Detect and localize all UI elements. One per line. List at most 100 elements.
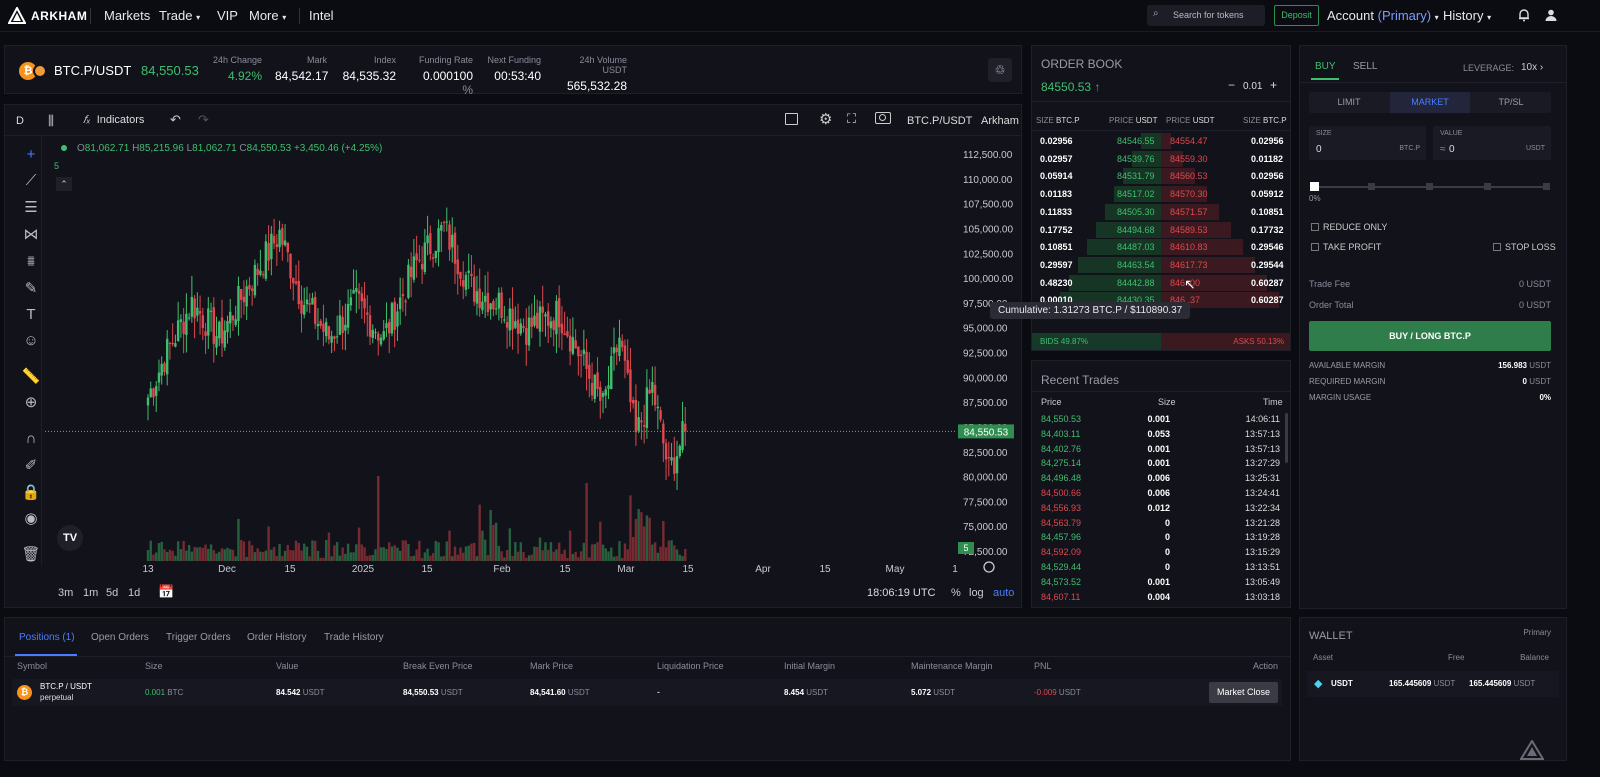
table-row[interactable]: ◆ USDT 165.445609 USDT 165.445609 USDT bbox=[1307, 671, 1559, 697]
value-field[interactable]: VALUE ≈ 0 USDT bbox=[1433, 126, 1551, 160]
camera-icon[interactable] bbox=[875, 112, 891, 124]
market-close-button[interactable]: Market Close bbox=[1209, 682, 1278, 703]
volume-bar bbox=[330, 556, 333, 561]
nav-trade[interactable]: Trade ▾ bbox=[159, 8, 200, 23]
volume-bar bbox=[338, 555, 342, 561]
measure-lines-icon[interactable]: ⩩ bbox=[21, 252, 41, 272]
volume-bar bbox=[215, 553, 218, 561]
candle-body bbox=[445, 221, 448, 223]
pattern-icon[interactable]: ⋈ bbox=[21, 225, 41, 245]
order-book-row[interactable]: 0.11833 84505.30 84571.57 0.10851 bbox=[1032, 203, 1292, 221]
order-type-market[interactable]: MARKET bbox=[1390, 92, 1470, 113]
range-3m[interactable]: 3m bbox=[58, 587, 73, 599]
crosshair-icon[interactable]: + bbox=[21, 145, 41, 165]
brush-icon[interactable]: ✎ bbox=[21, 279, 41, 299]
arkham-logo[interactable] bbox=[7, 5, 27, 25]
ticker-price: 84,550.53 bbox=[141, 63, 199, 78]
pair-selector[interactable]: BTC.P/USDT bbox=[54, 63, 131, 78]
volume-bar bbox=[245, 556, 248, 561]
trade-time: 13:25:31 bbox=[1244, 473, 1280, 484]
trendline-icon[interactable]: ⟋ bbox=[21, 171, 41, 191]
candle-type-icon[interactable]: ⫼ bbox=[48, 113, 54, 129]
fullscreen-icon[interactable]: ⛶ bbox=[847, 111, 856, 127]
text-tool-icon[interactable]: T bbox=[21, 305, 41, 325]
position-value: 84.542 USDT bbox=[276, 688, 325, 697]
range-1m[interactable]: 1m bbox=[83, 587, 98, 599]
order-book-row[interactable]: 0.17752 84494.68 84589.53 0.17732 bbox=[1032, 221, 1292, 239]
alert-bell-icon[interactable]: ♲ bbox=[988, 58, 1012, 82]
magnet-icon[interactable]: ∩ bbox=[21, 429, 41, 449]
eye-icon[interactable]: ◉ bbox=[21, 509, 41, 529]
volume-bar bbox=[472, 542, 476, 561]
nav-intel[interactable]: Intel bbox=[309, 8, 334, 23]
log-scale-toggle[interactable]: log bbox=[969, 587, 984, 599]
order-type-limit[interactable]: LIMIT bbox=[1309, 92, 1389, 113]
search-box[interactable]: ⌕ Search for tokens bbox=[1147, 5, 1265, 26]
deposit-button[interactable]: Deposit bbox=[1274, 5, 1319, 26]
tradingview-logo-icon[interactable]: TV bbox=[57, 525, 83, 551]
emoji-icon[interactable]: ☺ bbox=[21, 331, 41, 351]
positions-tab[interactable]: Trade History bbox=[324, 632, 384, 643]
nav-vip[interactable]: VIP bbox=[217, 8, 238, 23]
nav-markets[interactable]: Markets bbox=[104, 8, 150, 23]
tether-badge-icon bbox=[33, 64, 47, 78]
candle-body bbox=[549, 321, 553, 329]
order-book-row[interactable]: 0.10851 84487.03 84610.83 0.29546 bbox=[1032, 238, 1292, 256]
bell-icon[interactable] bbox=[1517, 8, 1531, 22]
layout-icon[interactable] bbox=[785, 113, 798, 125]
plus-icon[interactable]: + bbox=[1270, 78, 1277, 92]
size-slider[interactable] bbox=[1310, 181, 1550, 193]
undo-icon[interactable]: ↶ bbox=[170, 112, 181, 128]
auto-scale-toggle[interactable]: auto bbox=[993, 587, 1014, 599]
tick-size-selector[interactable]: 0.01 bbox=[1243, 81, 1262, 92]
history-menu[interactable]: History ▾ bbox=[1443, 8, 1491, 23]
take-profit-checkbox[interactable]: TAKE PROFIT bbox=[1311, 242, 1381, 252]
volume-bar bbox=[393, 545, 396, 561]
lock-icon[interactable]: 🔒 bbox=[21, 483, 41, 503]
order-book-row[interactable]: 0.48230 84442.88 846..00 0.60287 bbox=[1032, 274, 1292, 292]
ob-header-bid-price: PRICE USDT bbox=[1109, 116, 1158, 125]
volume-bar bbox=[596, 542, 599, 561]
buy-long-button[interactable]: BUY / LONG BTC.P bbox=[1309, 321, 1551, 351]
table-row[interactable]: ₿ BTC.P / USDT perpetual 0.001 BTC 84.54… bbox=[12, 679, 1282, 706]
fib-lines-icon[interactable]: ☰ bbox=[21, 198, 41, 218]
percent-scale-toggle[interactable]: % bbox=[951, 587, 961, 599]
user-icon[interactable] bbox=[1544, 8, 1558, 22]
positions-tab[interactable]: Positions (1) bbox=[19, 632, 75, 643]
positions-tab[interactable]: Order History bbox=[247, 632, 306, 643]
range-5d[interactable]: 5d bbox=[106, 587, 118, 599]
order-book-row[interactable]: 0.01183 84517.02 84570.30 0.05912 bbox=[1032, 185, 1292, 203]
settings-gear-icon[interactable]: ⚙ bbox=[819, 110, 832, 128]
price-chart[interactable]: 112,500.00 110,000.00 107,500.00 105,000.00… bbox=[45, 137, 1021, 577]
eraser-icon[interactable]: ✐ bbox=[21, 456, 41, 476]
buy-tab[interactable]: BUY bbox=[1315, 61, 1336, 72]
leverage-selector[interactable]: 10x › bbox=[1521, 62, 1543, 73]
interval-selector[interactable]: D bbox=[16, 115, 24, 127]
order-book-row[interactable]: 0.05914 84531.79 84560.53 0.02956 bbox=[1032, 167, 1292, 185]
order-book-row[interactable]: 0.02956 84546.55 84554.47 0.02956 bbox=[1032, 132, 1292, 150]
positions-tab[interactable]: Open Orders bbox=[91, 632, 149, 643]
range-1d[interactable]: 1d bbox=[128, 587, 140, 599]
minus-icon[interactable]: − bbox=[1228, 78, 1235, 92]
size-field[interactable]: SIZE 0 BTC.P bbox=[1309, 126, 1426, 160]
zoom-in-icon[interactable]: ⊕ bbox=[21, 393, 41, 413]
nav-more[interactable]: More ▾ bbox=[249, 8, 286, 23]
trades-scrollbar[interactable] bbox=[1285, 413, 1288, 463]
stop-loss-checkbox[interactable]: STOP LOSS bbox=[1493, 242, 1556, 252]
positions-tab[interactable]: Trigger Orders bbox=[166, 632, 231, 643]
sell-tab[interactable]: SELL bbox=[1353, 61, 1377, 72]
volume-bar bbox=[357, 527, 361, 561]
order-book-row[interactable]: 0.29597 84463.54 84617.73 0.29544 bbox=[1032, 256, 1292, 274]
reset-scale-icon[interactable] bbox=[983, 561, 995, 573]
order-book-row[interactable]: 0.02957 84539.76 84559.30 0.01182 bbox=[1032, 150, 1292, 168]
reduce-only-checkbox[interactable]: REDUCE ONLY bbox=[1311, 222, 1387, 232]
account-menu[interactable]: Account (Primary) ▾ bbox=[1327, 8, 1439, 23]
trade-price: 84,529.44 bbox=[1041, 562, 1082, 572]
ruler-icon[interactable]: 📏 bbox=[21, 367, 41, 387]
slider-handle[interactable] bbox=[1310, 182, 1319, 191]
indicators-button[interactable]: 𝑓ₓ Indicators bbox=[83, 114, 144, 127]
volume-bar bbox=[440, 556, 443, 561]
trash-icon[interactable]: 🗑 bbox=[21, 545, 41, 565]
goto-date-icon[interactable]: 📅 bbox=[158, 584, 174, 600]
order-type-tpsl[interactable]: TP/SL bbox=[1471, 92, 1551, 113]
